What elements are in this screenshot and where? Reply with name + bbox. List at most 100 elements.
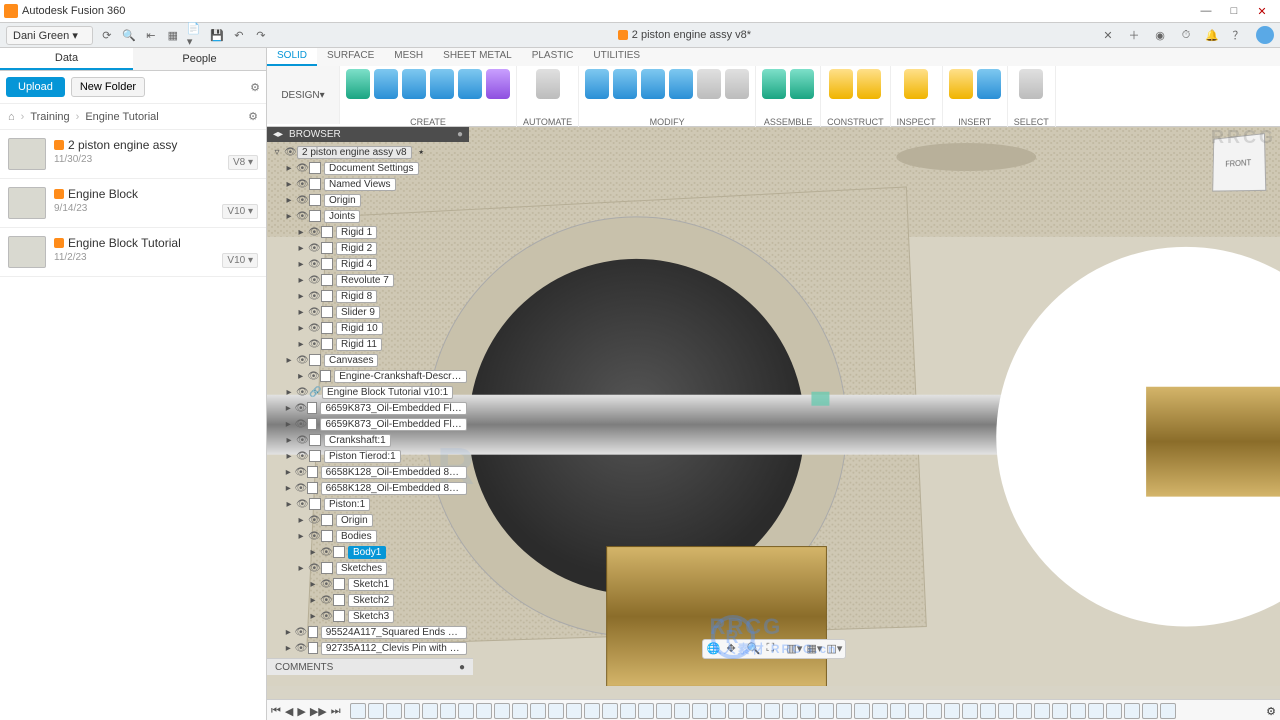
joint-icon[interactable] [762, 69, 786, 99]
timeline-feature[interactable] [476, 703, 492, 719]
people-tab[interactable]: People [133, 48, 266, 70]
browser-node[interactable]: ▸👁Bodies [267, 528, 467, 544]
timeline-feature[interactable] [602, 703, 618, 719]
timeline-feature[interactable] [728, 703, 744, 719]
version-badge[interactable]: V10 ▾ [222, 204, 258, 219]
as-built-joint-icon[interactable] [790, 69, 814, 99]
timeline-feature[interactable] [962, 703, 978, 719]
timeline-feature[interactable] [458, 703, 474, 719]
search-icon[interactable]: 🔍 [121, 27, 137, 43]
timeline-feature[interactable] [566, 703, 582, 719]
file-menu-icon[interactable]: 📄▾ [187, 27, 203, 43]
timeline-feature[interactable] [386, 703, 402, 719]
gear-icon[interactable]: ⚙ [250, 81, 260, 94]
browser-node[interactable]: ▸👁Rigid 1 [267, 224, 467, 240]
plane-icon[interactable] [829, 69, 853, 99]
extrude-icon[interactable] [374, 69, 398, 99]
browser-node[interactable]: ▸👁95524A117_Squared Ends Externa… [267, 624, 467, 640]
browser-node[interactable]: ▸👁Origin [267, 192, 467, 208]
timeline-prev-icon[interactable]: ◀ [285, 705, 293, 718]
data-tab[interactable]: Data [0, 48, 133, 70]
timeline-feature[interactable] [1070, 703, 1086, 719]
axis-icon[interactable] [857, 69, 881, 99]
viewport[interactable]: FRONT R RRCG ◂▸BROWSER● ▿👁2 piston engin… [267, 127, 1280, 699]
browser-node[interactable]: ▸👁Document Settings [267, 160, 467, 176]
insert-deriv-icon[interactable] [949, 69, 973, 99]
browser-node[interactable]: ▸👁Body1 [267, 544, 467, 560]
undo-icon[interactable]: ↶ [231, 27, 247, 43]
workspace-tab-utilities[interactable]: UTILITIES [583, 48, 650, 66]
grid-settings-icon[interactable]: ▦▾ [807, 642, 821, 656]
document-tab[interactable]: 2 piston engine assy v8* [618, 29, 751, 41]
hole-icon[interactable] [430, 69, 454, 99]
browser-node[interactable]: ▸👁Crankshaft:1 [267, 432, 467, 448]
breadcrumb-gear-icon[interactable]: ⚙ [248, 110, 258, 123]
version-badge[interactable]: V8 ▾ [228, 155, 258, 170]
browser-node[interactable]: ▸👁6659K873_Oil-Embedded Flanged :… [267, 416, 467, 432]
upload-button[interactable]: Upload [6, 77, 65, 97]
timeline-feature[interactable] [836, 703, 852, 719]
timeline-feature[interactable] [872, 703, 888, 719]
job-status-icon[interactable]: ⏱ [1178, 27, 1194, 43]
redo-icon[interactable]: ↷ [253, 27, 269, 43]
user-menu[interactable]: Dani Green ▾ [6, 26, 93, 45]
browser-node[interactable]: ▸👁🔗Engine Block Tutorial v10:1 [267, 384, 467, 400]
tab-close-icon[interactable]: ✕ [1100, 27, 1116, 43]
browser-node[interactable]: ▸👁Named Views [267, 176, 467, 192]
new-folder-button[interactable]: New Folder [71, 77, 145, 97]
browser-node[interactable]: ▸👁Rigid 10 [267, 320, 467, 336]
fillet-icon[interactable] [613, 69, 637, 99]
timeline-feature[interactable] [1034, 703, 1050, 719]
browser-node[interactable]: ▸👁Rigid 4 [267, 256, 467, 272]
timeline-feature[interactable] [620, 703, 636, 719]
browser-node[interactable]: ▸👁Revolute 7 [267, 272, 467, 288]
pan-icon[interactable]: ✥ [727, 642, 741, 656]
combine-icon[interactable] [669, 69, 693, 99]
press-pull-icon[interactable] [585, 69, 609, 99]
move-icon[interactable] [725, 69, 749, 99]
workspace-tab-sheet-metal[interactable]: SHEET METAL [433, 48, 522, 66]
refresh-icon[interactable]: ⟳ [99, 27, 115, 43]
timeline-feature[interactable] [1088, 703, 1104, 719]
timeline-feature[interactable] [404, 703, 420, 719]
timeline-feature[interactable] [674, 703, 690, 719]
browser-node[interactable]: ▸👁Origin [267, 512, 467, 528]
browser-node[interactable]: ▸👁Rigid 2 [267, 240, 467, 256]
pattern-icon[interactable] [458, 69, 482, 99]
timeline-feature[interactable] [584, 703, 600, 719]
timeline-feature[interactable] [692, 703, 708, 719]
timeline-feature[interactable] [638, 703, 654, 719]
timeline-settings-icon[interactable]: ⚙ [1266, 705, 1276, 718]
browser-node[interactable]: ▸👁Sketch3 [267, 608, 467, 624]
timeline-feature[interactable] [1160, 703, 1176, 719]
home-icon[interactable]: ⌂ [8, 111, 15, 123]
workspace-tab-mesh[interactable]: MESH [384, 48, 433, 66]
timeline-feature[interactable] [368, 703, 384, 719]
timeline-feature[interactable] [1106, 703, 1122, 719]
timeline-feature[interactable] [764, 703, 780, 719]
browser-node[interactable]: ▸👁Piston Tierod:1 [267, 448, 467, 464]
timeline-play-icon[interactable]: ▶ [297, 705, 305, 718]
workspace-tab-solid[interactable]: SOLID [267, 48, 317, 66]
timeline-feature[interactable] [800, 703, 816, 719]
timeline-feature[interactable] [746, 703, 762, 719]
new-tab-icon[interactable]: ＋ [1126, 27, 1142, 43]
breadcrumb-folder[interactable]: Engine Tutorial [85, 111, 158, 123]
zoom-icon[interactable]: 🔍 [747, 642, 761, 656]
grid-icon[interactable]: ▦ [165, 27, 181, 43]
data-panel-item[interactable]: Engine Block 9/14/23 V10 ▾ [0, 179, 266, 228]
timeline-feature[interactable] [350, 703, 366, 719]
timeline-feature[interactable] [998, 703, 1014, 719]
browser-node[interactable]: ▸👁Sketches [267, 560, 467, 576]
browser-node[interactable]: ▸👁Engine-Crankshaft-Description [267, 368, 467, 384]
form-icon[interactable] [486, 69, 510, 99]
data-panel-item[interactable]: Engine Block Tutorial 11/2/23 V10 ▾ [0, 228, 266, 277]
timeline-feature[interactable] [1016, 703, 1032, 719]
timeline-end-icon[interactable]: ⏭ [331, 705, 341, 718]
timeline-feature[interactable] [1142, 703, 1158, 719]
timeline-start-icon[interactable]: ⏮ [271, 705, 281, 718]
timeline-feature[interactable] [854, 703, 870, 719]
timeline-feature[interactable] [890, 703, 906, 719]
timeline-feature[interactable] [926, 703, 942, 719]
viewport-layout-icon[interactable]: ◫▾ [827, 642, 841, 656]
